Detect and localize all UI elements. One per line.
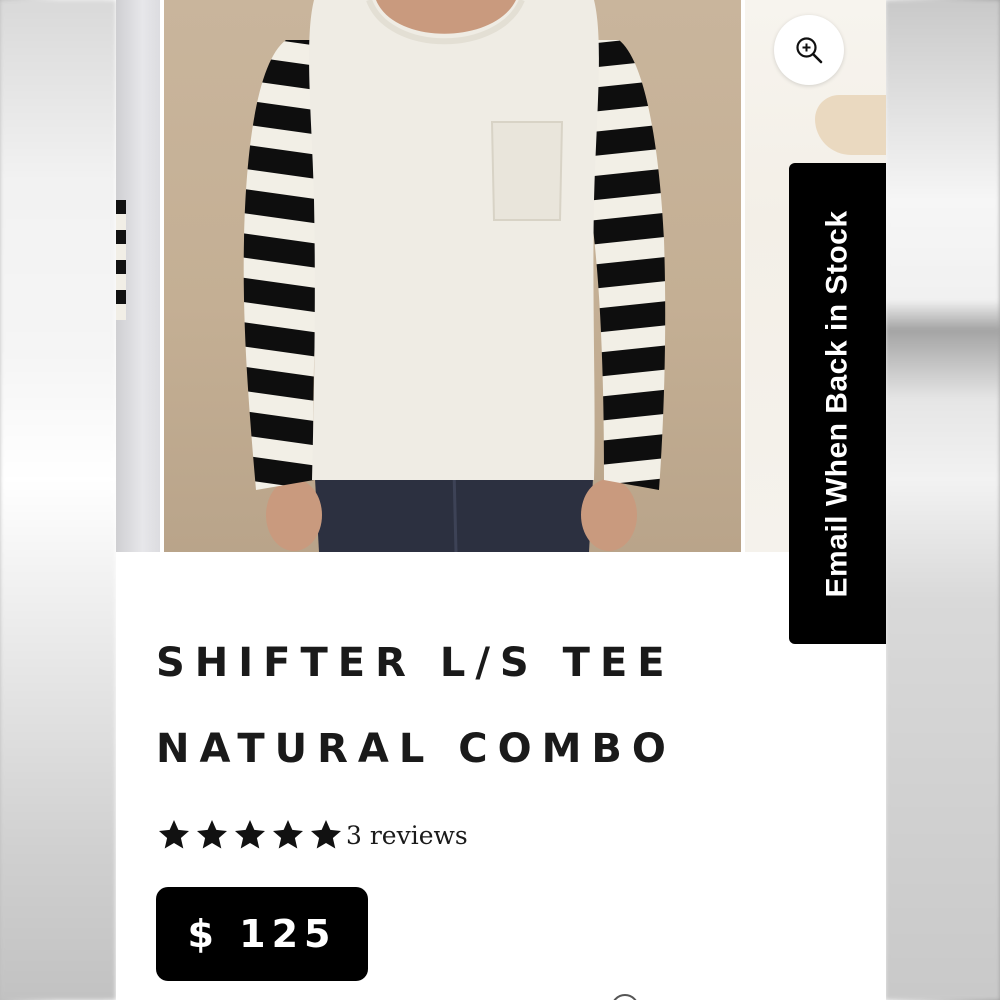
star-icon: [235, 820, 265, 849]
reviews-link[interactable]: 3 reviews: [346, 821, 468, 850]
model-wearing-tee-illustration: [243, 0, 666, 552]
zoom-button[interactable]: [774, 15, 844, 85]
striped-sleeve-fragment: [116, 200, 126, 320]
star-rating: [156, 817, 344, 853]
price-badge: $ 125: [156, 887, 368, 981]
product-page: Email When Back in Stock SHIFTER L/S TEE…: [116, 0, 886, 1000]
star-icon: [197, 820, 227, 849]
product-image-carousel[interactable]: Email When Back in Stock: [116, 0, 886, 644]
email-back-in-stock-label: Email When Back in Stock: [820, 209, 854, 598]
fabric-seam-detail: [815, 95, 886, 155]
product-rating[interactable]: 3 reviews: [156, 815, 468, 855]
partially-visible-icon: [611, 994, 639, 1000]
previous-product-image[interactable]: [116, 0, 160, 552]
screen: Email When Back in Stock SHIFTER L/S TEE…: [0, 0, 1000, 1000]
product-title-line-1: SHIFTER L/S TEE: [156, 640, 675, 686]
star-icon: [159, 820, 189, 849]
blurred-edge-left: [0, 0, 116, 1000]
zoom-in-icon: [796, 37, 823, 64]
star-icon: [273, 820, 303, 849]
blurred-edge-right: [885, 0, 1000, 1000]
email-back-in-stock-tab[interactable]: Email When Back in Stock: [789, 163, 886, 644]
star-icon: [311, 820, 341, 849]
main-product-image[interactable]: [164, 0, 741, 552]
product-title: SHIFTER L/S TEE NATURAL COMBO: [156, 620, 776, 792]
product-title-line-2: NATURAL COMBO: [156, 726, 676, 772]
